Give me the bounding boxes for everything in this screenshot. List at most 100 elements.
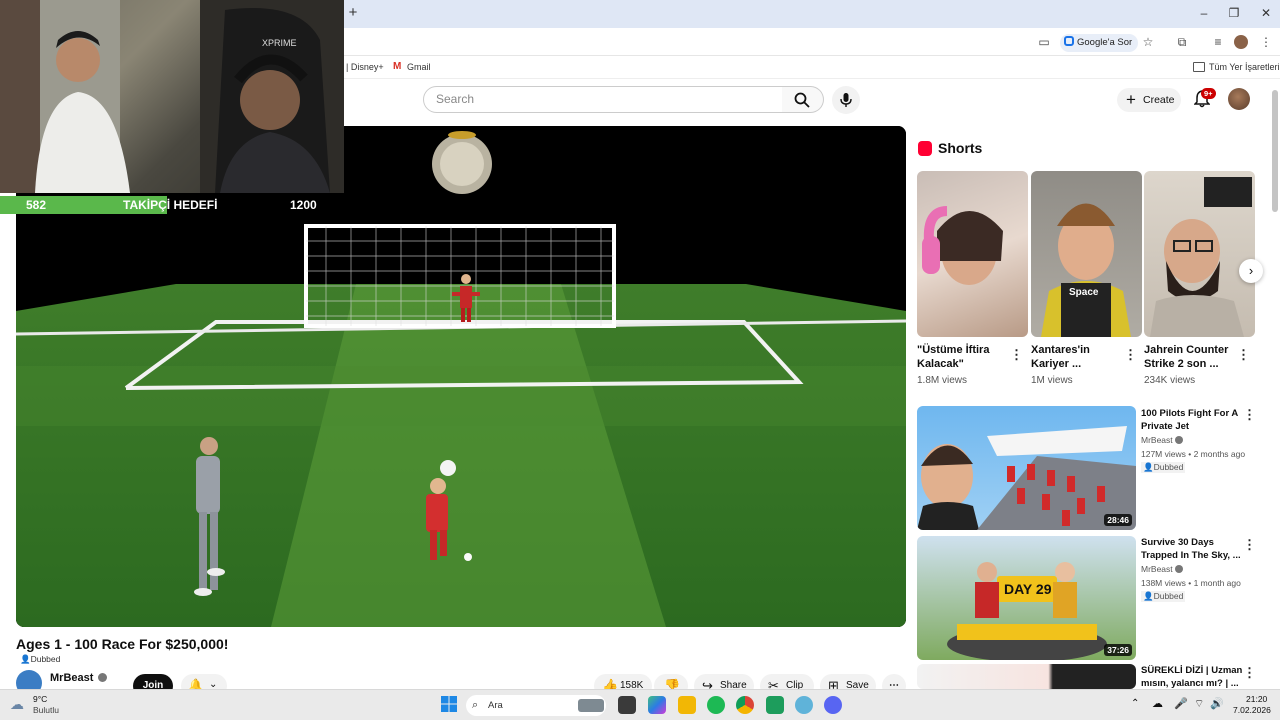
recommendation-meta: 127M views • 2 months ago [1141, 449, 1246, 459]
copilot-icon[interactable] [648, 696, 666, 714]
recommendation-channel[interactable]: MrBeast [1141, 564, 1184, 574]
follower-goal-bar: 582 TAKİPÇİ HEDEFİ 1200 [0, 196, 344, 214]
recommendation-thumbnail-image [917, 426, 1136, 530]
shorts-heading: Shorts [938, 140, 983, 156]
create-label: Create [1143, 94, 1175, 106]
recommendation-more-icon[interactable]: ⋮ [1243, 537, 1256, 553]
recommendation-channel[interactable]: MrBeast [1141, 435, 1184, 445]
short-more-icon[interactable]: ⋮ [1237, 347, 1250, 363]
create-button[interactable]: + Create [1117, 88, 1181, 112]
bookmark-gmail[interactable]: Gmail [407, 62, 431, 72]
short-title[interactable]: Jahrein Counter Strike 2 son ... [1144, 343, 1239, 371]
dubbed-label: Dubbed [1153, 462, 1184, 472]
clock-time[interactable]: 21:20 [1246, 694, 1267, 704]
close-window-icon[interactable]: ✕ [1256, 4, 1276, 22]
google-ask-label: Google'a Sor [1077, 37, 1133, 48]
cast-icon[interactable]: ▭ [1036, 34, 1052, 50]
video-duration: 37:26 [1104, 644, 1132, 656]
svg-text:XPRIME: XPRIME [262, 38, 297, 48]
follower-goal-label: TAKİPÇİ HEDEFİ [123, 198, 218, 212]
dubbed-icon: 👤 [1143, 591, 1154, 601]
channel-name[interactable]: MrBeast [50, 672, 108, 684]
channel-name-label: MrBeast [50, 672, 94, 684]
minimize-icon[interactable]: – [1194, 4, 1214, 22]
short-title[interactable]: "Üstüme İftira Kalacak" [917, 343, 1012, 371]
bookmark-disney[interactable]: | Disney+ [346, 62, 384, 72]
search-input[interactable]: Search [423, 86, 783, 113]
follower-current: 582 [26, 198, 47, 212]
avatar[interactable] [1228, 88, 1250, 110]
dubbed-label: Dubbed [1153, 591, 1184, 601]
volume-icon[interactable]: 🔊 [1210, 697, 1224, 710]
new-tab-button[interactable]: + [346, 4, 360, 22]
short-views: 234K views [1144, 375, 1196, 386]
verified-icon [98, 673, 108, 682]
weather-temp[interactable]: 9°C [33, 694, 47, 704]
media-control-icon[interactable]: ≡ [1210, 34, 1226, 50]
short-title[interactable]: Xantares'in Kariyer ... [1031, 343, 1126, 371]
recommendation-title[interactable]: Survive 30 Days Trapped In The Sky, ... [1141, 536, 1241, 562]
voice-search-button[interactable] [832, 86, 860, 114]
gmail-icon: M [393, 61, 402, 72]
profile-avatar[interactable] [1234, 35, 1248, 49]
short-more-icon[interactable]: ⋮ [1124, 347, 1137, 363]
short-views: 1M views [1031, 375, 1073, 386]
task-view-icon[interactable] [618, 696, 636, 714]
dubbed-icon: 👤 [20, 654, 31, 664]
bookmark-star-icon[interactable]: ☆ [1140, 34, 1156, 50]
page-scrollbar[interactable] [1272, 90, 1278, 212]
dubbed-badge: 👤Dubbed [1141, 462, 1186, 473]
notifications-badge: 9+ [1201, 88, 1216, 99]
clock-date[interactable]: 7.02.2026 [1233, 705, 1271, 715]
recommendation-more-icon[interactable]: ⋮ [1243, 665, 1256, 681]
weather-desc[interactable]: Bulutlu [33, 705, 59, 715]
recommendation-thumbnail[interactable]: DAY 29 37:26 [917, 536, 1136, 660]
short-thumbnail[interactable] [917, 171, 1028, 337]
cloud-sync-icon[interactable]: ☁ [1152, 697, 1163, 710]
taskbar-search[interactable]: ⌕ Ara [466, 695, 606, 716]
file-explorer-icon[interactable] [678, 696, 696, 714]
google-lens-icon [1064, 36, 1074, 46]
chrome-icon[interactable] [736, 696, 754, 714]
microphone-icon[interactable]: 🎤 [1174, 697, 1188, 710]
video-duration: 28:46 [1104, 514, 1132, 526]
taskbar-search-placeholder: Ara [488, 700, 503, 711]
discord-icon[interactable] [824, 696, 842, 714]
recommendation-thumbnail[interactable]: 28:46 [917, 406, 1136, 530]
all-bookmarks[interactable]: Tüm Yer İşaretleri [1209, 62, 1280, 72]
recommendation-channel-label: MrBeast [1141, 564, 1173, 574]
recommendation-thumbnail[interactable] [917, 664, 1136, 689]
short-thumbnail[interactable]: Space [1031, 171, 1142, 337]
short-thumbnail-image [1041, 203, 1131, 337]
search-button[interactable] [782, 86, 824, 113]
extensions-icon[interactable]: ⧉ [1174, 34, 1190, 50]
dubbed-icon: 👤 [1143, 462, 1154, 472]
short-views: 1.8M views [917, 375, 968, 386]
start-button[interactable] [441, 696, 457, 712]
recommendation-more-icon[interactable]: ⋮ [1243, 407, 1256, 423]
recommendation-channel-label: MrBeast [1141, 435, 1173, 445]
google-ask-button[interactable]: Google'a Sor [1060, 34, 1139, 52]
windows-logo-icon [441, 696, 457, 712]
chevron-up-icon[interactable]: ⌃ [1131, 698, 1139, 709]
short-more-icon[interactable]: ⋮ [1010, 347, 1023, 363]
recommendation-thumbnail-image [947, 562, 1107, 660]
search-icon [794, 92, 810, 108]
wifi-icon[interactable]: ⌔ [1194, 697, 1204, 711]
weather-cloud-icon: ☁ [10, 696, 24, 712]
recommendation-title[interactable]: SÜREKLİ DİZİ | Uzman mısın, yalancı mı? … [1141, 664, 1245, 690]
follower-target: 1200 [290, 198, 317, 212]
search-icon: ⌕ [472, 699, 479, 711]
shorts-icon [918, 141, 932, 156]
spotify-icon[interactable] [707, 696, 725, 714]
recommendation-title[interactable]: 100 Pilots Fight For A Private Jet [1141, 407, 1241, 433]
dubbed-badge: 👤Dubbed [1141, 591, 1186, 602]
mic-icon [840, 93, 852, 107]
restore-icon[interactable]: ❐ [1224, 4, 1244, 22]
app-icon-green[interactable] [766, 696, 784, 714]
plus-icon: + [1126, 90, 1136, 109]
shorts-next-button[interactable]: › [1239, 259, 1263, 283]
app-icon-blue[interactable] [795, 696, 813, 714]
browser-menu-icon[interactable]: ⋮ [1258, 34, 1274, 50]
short-thumbnail[interactable] [1144, 171, 1255, 337]
